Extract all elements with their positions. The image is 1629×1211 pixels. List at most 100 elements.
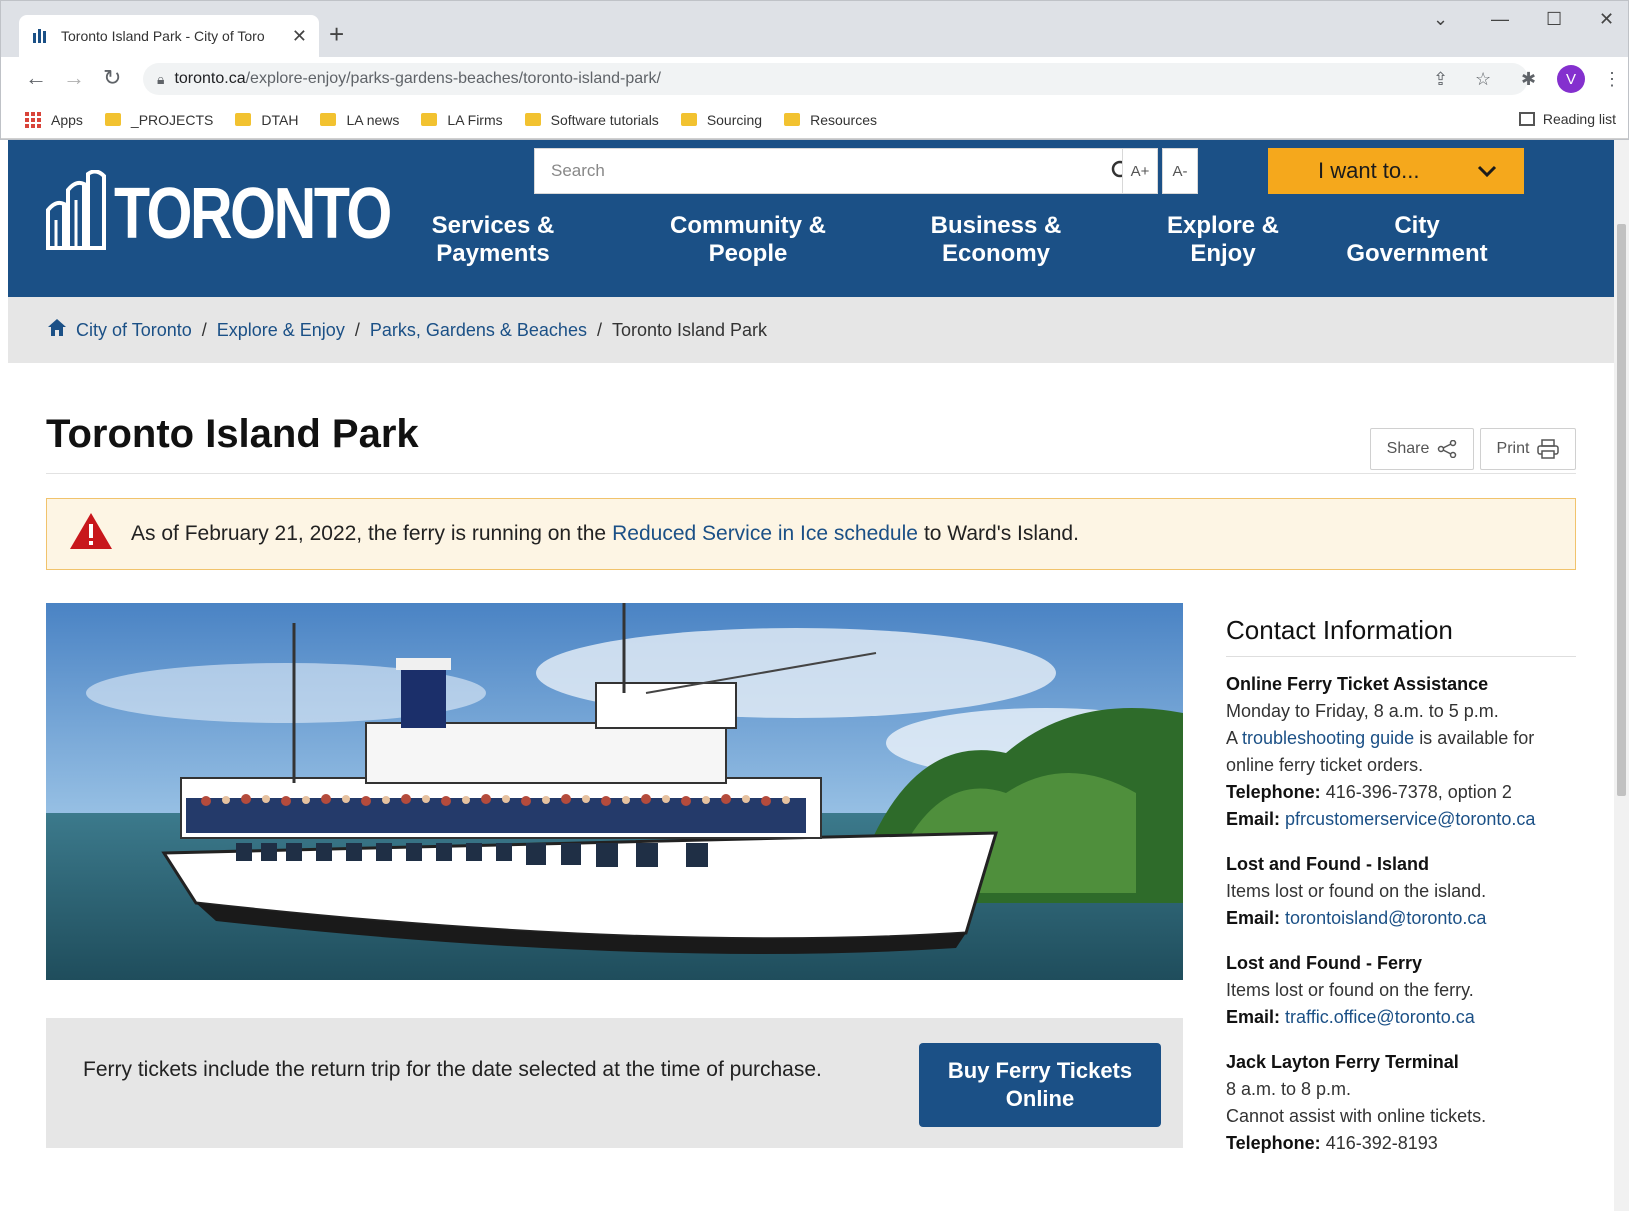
contact-sidebar: Contact Information Online Ferry Ticket … (1226, 603, 1576, 1157)
nav-city-government[interactable]: City Government (1342, 212, 1492, 268)
bookmark-label: LA Firms (447, 111, 503, 128)
url-text: toronto.ca/explore-enjoy/parks-gardens-b… (174, 70, 661, 87)
breadcrumb-link-city[interactable]: City of Toronto (76, 320, 192, 341)
email-link[interactable]: pfrcustomerservice@toronto.ca (1285, 809, 1535, 829)
contact-hours: 8 a.m. to 8 p.m. (1226, 1079, 1352, 1099)
browser-chrome: Toronto Island Park - City of Toro ✕ + ⌄… (0, 0, 1629, 140)
email-label: Email: (1226, 1007, 1281, 1027)
bookmark-folder-projects[interactable]: _PROJECTS (104, 112, 213, 128)
nav-explore-enjoy[interactable]: Explore & Enjoy (1158, 212, 1288, 268)
telephone-label: Telephone: (1226, 782, 1321, 802)
nav-business-economy[interactable]: Business & Economy (926, 212, 1066, 268)
breadcrumb-separator: / (354, 319, 360, 340)
contact-description: Items lost or found on the island. (1226, 881, 1487, 901)
bookmark-folder-software-tutorials[interactable]: Software tutorials (524, 112, 659, 128)
close-window-icon[interactable]: ✕ (1599, 9, 1614, 30)
bookmark-label: Sourcing (706, 111, 763, 128)
page-viewport: TORONTO A+ A- I want to... Services &Pay… (8, 140, 1614, 1211)
new-tab-icon[interactable]: + (329, 19, 344, 50)
tab-title: Toronto Island Park - City of Toro (61, 28, 265, 44)
contact-telephone: Telephone: 416-392-8193 (1226, 1130, 1576, 1157)
troubleshooting-guide-link[interactable]: troubleshooting guide (1242, 728, 1414, 748)
toronto-logo[interactable]: TORONTO (46, 170, 450, 250)
contact-email: Email: torontoisland@toronto.ca (1226, 905, 1576, 932)
forward-icon[interactable]: → (63, 65, 85, 91)
nav-label: Payments (436, 240, 550, 267)
search-input[interactable] (551, 161, 1091, 181)
address-bar[interactable]: 🔒︎ toronto.ca/explore-enjoy/parks-garden… (143, 63, 1528, 95)
bookmark-folder-resources[interactable]: Resources (784, 112, 877, 128)
folder-icon (235, 113, 252, 126)
tab-strip: Toronto Island Park - City of Toro ✕ + ⌄… (1, 1, 1628, 57)
buy-ferry-tickets-button[interactable]: Buy Ferry Tickets Online (919, 1043, 1161, 1127)
nav-services-payments[interactable]: Services & Payments (428, 212, 558, 268)
email-link[interactable]: torontoisland@toronto.ca (1285, 908, 1486, 928)
font-decrease-button[interactable]: A- (1162, 148, 1198, 194)
telephone-value: 416-396-7378, option 2 (1325, 782, 1512, 802)
reading-list-label: Reading list (1542, 111, 1616, 127)
folder-icon (320, 113, 337, 126)
home-icon[interactable] (48, 319, 66, 341)
i-want-to-dropdown[interactable]: I want to... (1268, 148, 1524, 194)
browser-tab[interactable]: Toronto Island Park - City of Toro ✕ (19, 15, 319, 57)
service-alert: As of February 21, 2022, the ferry is ru… (46, 498, 1576, 570)
font-increase-button[interactable]: A+ (1122, 148, 1158, 194)
nav-community-people[interactable]: Community & People (668, 212, 828, 268)
alert-text: As of February 21, 2022, the ferry is ru… (131, 522, 607, 545)
breadcrumb-current: Toronto Island Park (611, 319, 768, 340)
scrollbar-thumb[interactable] (1617, 224, 1626, 796)
breadcrumb-link-parks[interactable]: Parks, Gardens & Beaches (370, 320, 587, 341)
nav-label: Community & (670, 212, 826, 239)
page-title: Toronto Island Park (46, 412, 419, 456)
page-scrollbar[interactable] (1614, 140, 1629, 1211)
folder-icon (784, 113, 801, 126)
folder-icon (104, 113, 121, 126)
ice-schedule-link[interactable]: Reduced Service in Ice schedule (612, 522, 918, 546)
telephone-value: 416-392-8193 (1325, 1133, 1438, 1153)
reading-list-icon (1518, 112, 1535, 126)
contact-heading: Contact Information (1226, 603, 1576, 657)
nav-label: Services & (431, 212, 555, 239)
contact-title: Jack Layton Ferry Terminal (1226, 1052, 1459, 1072)
bookmark-folder-dtah[interactable]: DTAH (235, 112, 298, 128)
ferry-tickets-panel: Ferry tickets include the return trip fo… (46, 1018, 1183, 1148)
contact-telephone: Telephone: 416-396-7378, option 2 (1226, 779, 1576, 806)
bookmark-folder-la-firms[interactable]: LA Firms (421, 111, 503, 128)
chevron-down-icon (1476, 160, 1498, 188)
contact-block-lost-found-ferry: Lost and Found - Ferry Items lost or fou… (1226, 950, 1576, 1031)
bookmark-apps[interactable]: Apps (25, 111, 83, 128)
share-button[interactable]: Share (1370, 428, 1474, 470)
bookmarks-bar: Apps _PROJECTS DTAH LA news LA Firms Sof… (1, 101, 1628, 139)
nav-label: Economy (941, 240, 1051, 267)
profile-avatar[interactable]: V (1557, 65, 1585, 93)
minimize-icon[interactable]: — (1491, 9, 1509, 30)
tab-close-icon[interactable]: ✕ (292, 26, 307, 47)
bookmark-folder-sourcing[interactable]: Sourcing (680, 111, 763, 128)
bookmark-label: LA news (346, 111, 400, 128)
bookmark-folder-la-news[interactable]: LA news (320, 112, 399, 128)
share-page-icon[interactable]: ⇪ (1433, 69, 1448, 90)
printer-icon (1537, 439, 1560, 459)
reload-icon[interactable]: ↻ (103, 65, 121, 91)
menu-kebab-icon[interactable]: ⋮ (1603, 69, 1621, 90)
contact-email: Email: pfrcustomerservice@toronto.ca (1226, 806, 1576, 833)
folder-icon (680, 113, 697, 126)
contact-block-ferry-ticket: Online Ferry Ticket Assistance Monday to… (1226, 671, 1576, 833)
email-link[interactable]: traffic.office@toronto.ca (1285, 1007, 1475, 1027)
share-icon (1438, 440, 1457, 458)
reading-list-button[interactable]: Reading list (1518, 111, 1616, 127)
guide-prefix: A (1226, 728, 1238, 748)
print-button[interactable]: Print (1480, 428, 1576, 470)
bookmark-star-icon[interactable]: ☆ (1475, 69, 1491, 90)
back-icon[interactable]: ← (25, 65, 47, 91)
extensions-icon[interactable]: ✱ (1521, 69, 1536, 90)
nav-label: Business & (930, 212, 1062, 239)
tab-search-chevron-icon[interactable]: ⌄ (1433, 9, 1448, 30)
contact-block-ferry-terminal: Jack Layton Ferry Terminal 8 a.m. to 8 p… (1226, 1049, 1576, 1157)
maximize-icon[interactable]: ☐ (1546, 9, 1562, 30)
toronto-favicon-icon (31, 27, 49, 45)
apps-grid-icon (25, 111, 41, 128)
ferry-tickets-note: Ferry tickets include the return trip fo… (83, 1058, 822, 1081)
site-header: TORONTO A+ A- I want to... Services &Pay… (8, 140, 1614, 297)
breadcrumb-link-explore[interactable]: Explore & Enjoy (217, 320, 345, 341)
